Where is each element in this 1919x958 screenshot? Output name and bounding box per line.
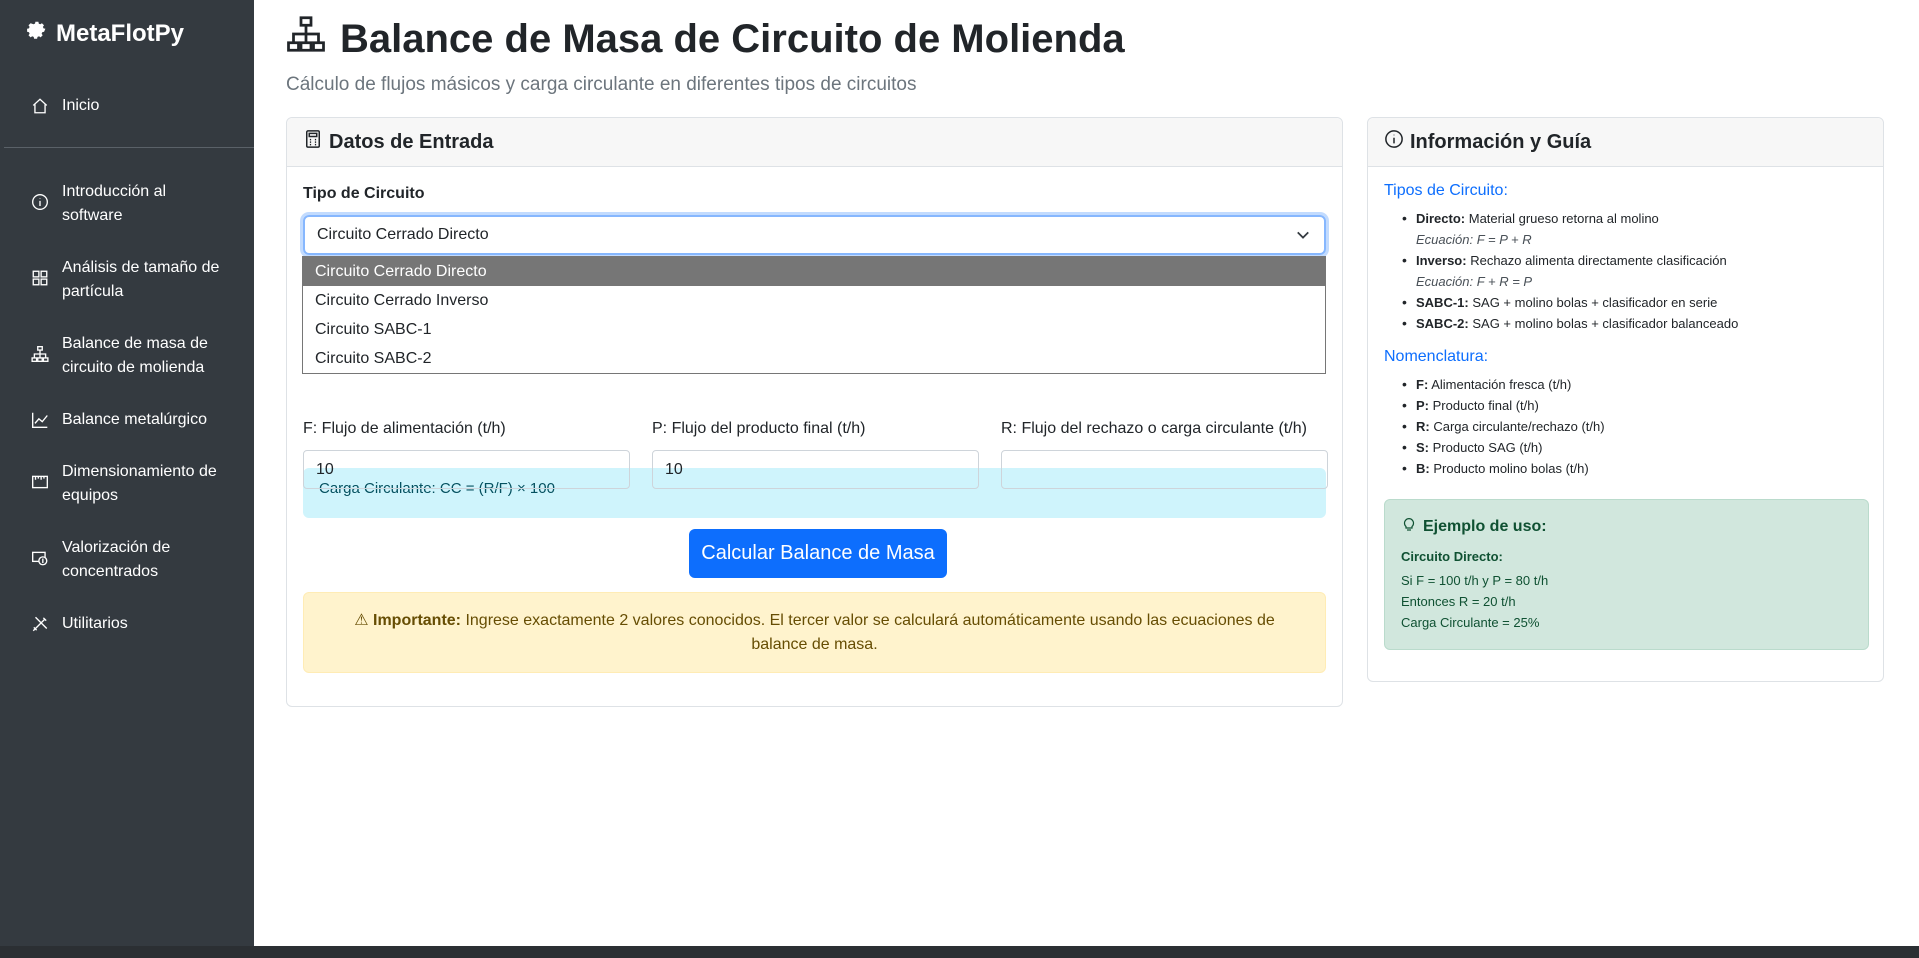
tools-icon <box>30 614 50 634</box>
sidebar-item-inicio[interactable]: Inicio <box>30 94 99 118</box>
sidebar-item-analisis[interactable]: Análisis de tamaño de partícula <box>30 256 219 304</box>
input-card-title: Datos de Entrada <box>329 130 494 153</box>
product-flow-input[interactable]: 10 <box>652 450 979 489</box>
calculate-button[interactable]: Calcular Balance de Masa <box>689 529 947 578</box>
gear-icon <box>24 18 48 49</box>
dropdown-option[interactable]: Circuito Cerrado Directo <box>303 257 1325 286</box>
warning-title: Importante: <box>373 612 461 629</box>
sidebar-item-label: Dimensionamiento de equipos <box>62 463 217 504</box>
list-item: B: Producto molino bolas (t/h) <box>1402 458 1869 479</box>
sidebar: MetaFlotPy Inicio Introducción al softwar… <box>0 0 254 946</box>
list-item: SABC-1: SAG + molino bolas + clasificado… <box>1402 292 1869 313</box>
reject-flow-input[interactable] <box>1001 450 1328 489</box>
sidebar-item-label: Valorización de concentrados <box>62 539 171 580</box>
taskbar-strip <box>0 946 1919 958</box>
usage-example-box: Ejemplo de uso: Circuito Directo: Si F =… <box>1384 499 1869 650</box>
warning-icon: ⚠ <box>354 612 369 629</box>
sidebar-item-label: Balance metalúrgico <box>62 411 207 428</box>
feed-flow-input[interactable]: 10 <box>303 450 630 489</box>
calculator-icon <box>303 129 323 155</box>
lightbulb-icon <box>1401 516 1417 537</box>
diagram-icon <box>30 344 50 364</box>
circuit-type-value: Circuito Cerrado Directo <box>317 226 489 243</box>
sidebar-item-dimensionamiento[interactable]: Dimensionamiento de equipos <box>30 460 217 508</box>
home-icon <box>30 96 50 116</box>
circuit-type-label: Tipo de Circuito <box>303 185 425 202</box>
page-title: Balance de Masa de Circuito de Molienda <box>286 14 1125 64</box>
feed-flow-label: F: Flujo de alimentación (t/h) <box>303 420 506 437</box>
chevron-down-icon <box>1296 228 1310 242</box>
sidebar-item-label: Introducción al software <box>62 183 167 224</box>
page-subtitle: Cálculo de flujos másicos y carga circul… <box>286 74 917 95</box>
dropdown-option[interactable]: Circuito SABC-1 <box>303 315 1325 344</box>
list-item: Inverso: Rechazo alimenta directamente c… <box>1402 250 1869 292</box>
circuit-type-select[interactable]: Circuito Cerrado Directo <box>303 215 1326 255</box>
sidebar-item-introduccion[interactable]: Introducción al software <box>30 180 166 228</box>
nomenclature-heading: Nomenclatura: <box>1384 348 1489 365</box>
input-card-header: Datos de Entrada <box>287 118 1342 167</box>
usage-example-heading: Ejemplo de uso: <box>1401 516 1852 537</box>
list-item: Directo: Material grueso retorna al moli… <box>1402 208 1869 250</box>
sidebar-item-balance-metalurgico[interactable]: Balance metalúrgico <box>30 408 207 432</box>
nomenclature-list: F: Alimentación fresca (t/h) P: Producto… <box>1384 374 1869 479</box>
reject-flow-label: R: Flujo del rechazo o carga circulante … <box>1001 420 1307 437</box>
list-item: SABC-2: SAG + molino bolas + clasificado… <box>1402 313 1869 334</box>
dropdown-option[interactable]: Circuito SABC-2 <box>303 344 1325 373</box>
sidebar-divider <box>4 147 254 148</box>
circuit-type-dropdown[interactable]: Circuito Cerrado Directo Circuito Cerrad… <box>302 256 1326 374</box>
circuit-types-heading: Tipos de Circuito: <box>1384 182 1508 199</box>
list-item: F: Alimentación fresca (t/h) <box>1402 374 1869 395</box>
guide-card-title: Información y Guía <box>1410 130 1592 153</box>
page-title-text: Balance de Masa de Circuito de Molienda <box>340 16 1125 61</box>
diagram-icon <box>286 14 326 64</box>
dropdown-option[interactable]: Circuito Cerrado Inverso <box>303 286 1325 315</box>
list-item: P: Producto final (t/h) <box>1402 395 1869 416</box>
grid-icon <box>30 268 50 288</box>
info-icon <box>1384 129 1404 155</box>
info-icon <box>30 192 50 212</box>
input-card: Datos de Entrada Tipo de Circuito Circui… <box>286 117 1343 707</box>
usage-example-line: Entonces R = 20 t/h <box>1401 594 1516 609</box>
brand[interactable]: MetaFlotPy <box>24 18 184 49</box>
main-content: Balance de Masa de Circuito de Molienda … <box>254 0 1919 946</box>
sidebar-item-label: Análisis de tamaño de partícula <box>62 259 220 300</box>
circuit-types-list: Directo: Material grueso retorna al moli… <box>1384 208 1869 334</box>
list-item: R: Carga circulante/rechazo (t/h) <box>1402 416 1869 437</box>
usage-example-subtitle: Circuito Directo: <box>1401 549 1503 564</box>
product-flow-label: P: Flujo del producto final (t/h) <box>652 420 866 437</box>
guide-body: Tipos de Circuito: Directo: Material gru… <box>1384 182 1869 479</box>
sidebar-item-label: Balance de masa de circuito de molienda <box>62 335 208 376</box>
sidebar-item-balance-masa[interactable]: Balance de masa de circuito de molienda <box>30 332 208 380</box>
sidebar-item-label: Inicio <box>62 97 100 114</box>
sidebar-item-valorizacion[interactable]: Valorización de concentrados <box>30 536 170 584</box>
list-item: S: Producto SAG (t/h) <box>1402 437 1869 458</box>
warning-alert: ⚠ Importante: Ingrese exactamente 2 valo… <box>303 592 1326 673</box>
guide-card: Información y Guía Tipos de Circuito: Di… <box>1367 117 1884 682</box>
sidebar-item-label: Utilitarios <box>62 615 128 632</box>
warning-text: Ingrese exactamente 2 valores conocidos.… <box>465 612 1275 653</box>
usage-example-line: Carga Circulante = 25% <box>1401 615 1540 630</box>
chart-line-icon <box>30 410 50 430</box>
sidebar-item-utilitarios[interactable]: Utilitarios <box>30 612 128 636</box>
guide-card-header: Información y Guía <box>1368 118 1883 167</box>
brand-name: MetaFlotPy <box>56 19 185 47</box>
usage-example-line: Si F = 100 t/h y P = 80 t/h <box>1401 573 1549 588</box>
ruler-icon <box>30 472 50 492</box>
cash-icon <box>30 548 50 568</box>
